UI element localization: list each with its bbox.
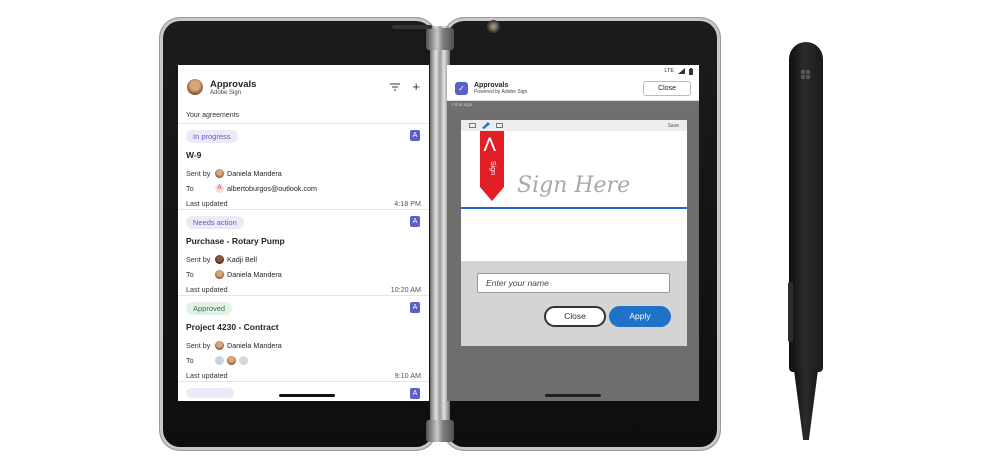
pdf-icon: A xyxy=(410,216,420,227)
home-indicator-right xyxy=(545,394,601,397)
close-button[interactable]: Close xyxy=(643,81,691,96)
network-label: LTE xyxy=(664,68,674,74)
sent-by-row: Sent by Kadji Bell xyxy=(186,252,421,267)
signature-canvas[interactable]: ⋀ Sign Sign Here xyxy=(461,131,687,261)
sender-name: Kadji Bell xyxy=(227,255,257,264)
avatar xyxy=(215,356,224,365)
status-badge xyxy=(186,388,234,398)
document-backdrop-bar xyxy=(447,101,699,111)
image-icon[interactable] xyxy=(496,123,503,128)
sender-name: Daniela Mandera xyxy=(227,341,282,350)
last-updated-label: Last updated xyxy=(186,199,228,208)
backdrop-label: Fill & Sign xyxy=(452,102,473,107)
adobe-sign-ribbon: ⋀ Sign xyxy=(480,131,504,201)
signal-icon xyxy=(678,68,685,74)
product-shot: Approvals Adobe Sign + Your agreements I… xyxy=(0,0,999,474)
app-subtitle: Powered by Adobe Sign xyxy=(474,89,528,95)
adobe-logo-icon: ⋀ xyxy=(484,135,496,151)
signature-line xyxy=(461,207,687,209)
earpiece xyxy=(392,25,432,29)
avatar xyxy=(215,255,224,264)
hinge-cap-bottom xyxy=(426,420,454,442)
last-updated-label: Last updated xyxy=(186,371,228,380)
name-input[interactable]: Enter your name xyxy=(477,273,670,293)
save-toggle[interactable]: Save xyxy=(668,123,679,129)
app-title: Approvals xyxy=(474,82,509,89)
sent-by-label: Sent by xyxy=(186,169,211,178)
agreement-card[interactable]: A xyxy=(178,381,429,401)
signature-dialog: Save ⋀ Sign Sign Here Enter your name Cl… xyxy=(461,120,687,346)
sender-name: Daniela Mandera xyxy=(227,169,282,178)
pdf-icon: A xyxy=(410,388,420,399)
sent-by-label: Sent by xyxy=(186,341,211,350)
avatar xyxy=(215,169,224,178)
to-row: To Daniela Mandera xyxy=(186,267,421,282)
ribbon-label: Sign xyxy=(489,161,496,176)
agreement-title: Project 4230 - Contract xyxy=(186,322,279,332)
status-badge: Approved xyxy=(186,302,233,315)
keyboard-icon[interactable] xyxy=(469,123,476,128)
to-row: To Aalbertoburgos@outlook.com xyxy=(186,181,421,196)
home-indicator-left xyxy=(279,394,335,397)
section-label: Your agreements xyxy=(186,112,240,119)
sign-here-placeholder: Sign Here xyxy=(517,173,631,198)
last-updated-label: Last updated xyxy=(186,285,228,294)
avatar[interactable] xyxy=(187,79,203,95)
signature-toolbar: Save xyxy=(461,120,687,131)
external-user-icon: A xyxy=(215,184,224,193)
to-row: To xyxy=(186,353,421,368)
app-header: ✓ Approvals Powered by Adobe Sign Close xyxy=(447,77,699,101)
battery-icon xyxy=(689,67,693,75)
approvals-icon: ✓ xyxy=(455,82,468,95)
avatar xyxy=(215,270,224,279)
hinge-cap-top xyxy=(426,28,454,50)
agreement-title: Purchase - Rotary Pump xyxy=(186,236,285,246)
pen-tip xyxy=(794,370,818,440)
apply-button[interactable]: Apply xyxy=(609,306,671,327)
status-badge: In progress xyxy=(186,130,238,143)
status-bar: LTE xyxy=(447,65,699,77)
slim-pen xyxy=(786,42,826,442)
to-label: To xyxy=(186,184,194,193)
sent-by-row: Sent by Daniela Mandera xyxy=(186,338,421,353)
pdf-icon: A xyxy=(410,130,420,141)
app-title: Approvals xyxy=(210,78,257,90)
cancel-button[interactable]: Close xyxy=(544,306,606,327)
agreement-card[interactable]: Approved A Project 4230 - Contract Sent … xyxy=(178,295,429,381)
timestamp: 10:20 AM xyxy=(390,285,421,294)
windows-logo-icon xyxy=(801,70,810,79)
pen-body xyxy=(789,42,823,372)
to-label: To xyxy=(186,356,194,365)
pdf-icon: A xyxy=(410,302,420,313)
agreement-card[interactable]: Needs action A Purchase - Rotary Pump Se… xyxy=(178,209,429,295)
avatar xyxy=(215,341,224,350)
right-screen: LTE ✓ Approvals Powered by Adobe Sign Cl… xyxy=(447,65,699,401)
agreement-card[interactable]: In progress A W-9 Sent by Daniela Mander… xyxy=(178,123,429,209)
app-header: Approvals Adobe Sign + xyxy=(178,65,429,109)
app-subtitle: Adobe Sign xyxy=(210,89,242,96)
add-icon[interactable]: + xyxy=(412,80,420,93)
left-screen: Approvals Adobe Sign + Your agreements I… xyxy=(178,65,429,401)
status-badge: Needs action xyxy=(186,216,244,229)
to-label: To xyxy=(186,270,194,279)
camera-icon xyxy=(487,20,500,33)
filter-icon[interactable] xyxy=(390,83,401,91)
avatar xyxy=(227,356,236,365)
agreement-title: W-9 xyxy=(186,150,202,160)
timestamp: 4:18 PM xyxy=(394,199,421,208)
recipient-name: Daniela Mandera xyxy=(227,270,282,279)
pen-button xyxy=(788,282,793,342)
recipient-name: albertoburgos@outlook.com xyxy=(227,184,318,193)
pen-draw-icon[interactable] xyxy=(482,122,490,129)
timestamp: 9:10 AM xyxy=(394,371,421,380)
sent-by-label: Sent by xyxy=(186,255,211,264)
avatar xyxy=(239,356,248,365)
sent-by-row: Sent by Daniela Mandera xyxy=(186,166,421,181)
